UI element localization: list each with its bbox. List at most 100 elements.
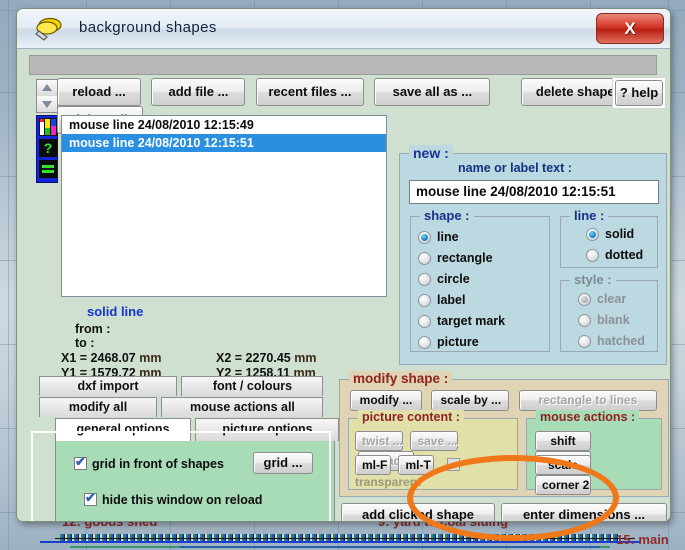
add-file-button[interactable]: add file ...: [151, 78, 246, 106]
list-item[interactable]: mouse line 24/08/2010 12:15:49: [62, 116, 386, 134]
background-shapes-window: background shapes X ? reload ... add fil…: [16, 8, 671, 522]
shift-button[interactable]: shift: [535, 431, 591, 451]
general-options-panel: grid in front of shapes grid ... hide th…: [55, 441, 335, 521]
spinner-down-icon[interactable]: [37, 96, 57, 112]
tab-modify-all[interactable]: modify all: [39, 397, 157, 417]
radio-label: circle: [437, 272, 470, 286]
radio-indicator: [578, 314, 591, 327]
radio-line-solid[interactable]: solid: [583, 224, 657, 245]
hide-on-reload-label: hide this window on reload: [102, 493, 263, 507]
new-shape-panel: new : name or label text : mouse line 24…: [399, 145, 667, 365]
equals-list-icon[interactable]: [39, 160, 57, 178]
radio-shape-picture[interactable]: picture: [415, 332, 549, 353]
picture-content-group: picture content : twist ... save ... rel…: [348, 410, 518, 490]
window-client-area: ? reload ... add file ... recent files .…: [17, 49, 670, 521]
radio-shape-line[interactable]: line: [415, 227, 549, 248]
rectangle-to-lines-button[interactable]: rectangle to lines: [518, 390, 657, 411]
picture-content-row-2: ml-F ml-T transparent: [355, 455, 517, 494]
shape-type-group: shape : line rectangle circle label targ…: [410, 208, 550, 353]
tab-font-colours[interactable]: font / colours: [181, 376, 324, 396]
ml-f-button[interactable]: ml-F: [355, 455, 391, 475]
twist-button[interactable]: twist ...: [355, 431, 403, 451]
mouse-actions-row-2: scale corner 2: [535, 455, 661, 495]
help-button[interactable]: ? help: [615, 80, 663, 106]
radio-shape-circle[interactable]: circle: [415, 269, 549, 290]
modify-shape-panel: modify shape : modify ... scale by ... r…: [339, 371, 669, 497]
radio-indicator: [418, 336, 431, 349]
svg-text:?: ?: [44, 140, 53, 156]
radio-style-blank[interactable]: blank: [575, 310, 657, 331]
window-title: background shapes: [79, 19, 217, 36]
reload-button[interactable]: reload ...: [57, 78, 141, 106]
radio-indicator: [418, 231, 431, 244]
colour-palette-icon[interactable]: [39, 118, 57, 136]
grid-button[interactable]: grid ...: [253, 452, 313, 474]
radio-shape-target-mark[interactable]: target mark: [415, 311, 549, 332]
style-group-legend: style :: [570, 272, 616, 287]
x1-value: 2468.07: [90, 351, 136, 365]
x2-unit: mm: [294, 351, 317, 365]
close-button[interactable]: X: [596, 13, 664, 44]
radio-line-dotted[interactable]: dotted: [583, 245, 657, 266]
radio-label: label: [437, 293, 466, 307]
shape-list[interactable]: mouse line 24/08/2010 12:15:49 mouse lin…: [61, 115, 387, 297]
grid-in-front-row[interactable]: grid in front of shapes: [74, 454, 224, 471]
hide-on-reload-checkbox[interactable]: [84, 490, 97, 506]
radio-indicator: [586, 249, 599, 262]
spinner-up-icon[interactable]: [37, 80, 57, 96]
tab-dxf-import[interactable]: dxf import: [39, 376, 177, 396]
add-clicked-shape-button[interactable]: add clicked shape: [341, 503, 495, 521]
side-icon-strip: ?: [36, 115, 58, 183]
radio-label: solid: [605, 227, 635, 241]
ml-t-button[interactable]: ml-T: [398, 455, 435, 475]
radio-label: target mark: [437, 314, 506, 328]
grid-in-front-label: grid in front of shapes: [92, 457, 224, 471]
selection-coordinates: from :to : X1 = 2468.07 mm X2 = 2270.45 m…: [61, 322, 391, 380]
save-all-as-button[interactable]: save all as ...: [374, 78, 491, 106]
radio-indicator: [418, 294, 431, 307]
question-help-icon[interactable]: ?: [39, 139, 57, 157]
radio-style-clear[interactable]: clear: [575, 289, 657, 310]
radio-indicator: [418, 273, 431, 286]
tab-picture-options[interactable]: picture options: [195, 418, 340, 441]
mouse-actions-group: mouse actions : shift corner 1 scale cor…: [526, 410, 662, 495]
radio-shape-label[interactable]: label: [415, 290, 549, 311]
radio-indicator: [578, 335, 591, 348]
name-or-label-caption: name or label text :: [458, 161, 572, 175]
tab-row-1: dxf import font / colours: [39, 376, 324, 396]
window-titlebar[interactable]: background shapes X: [17, 9, 670, 49]
radio-indicator: [418, 315, 431, 328]
mouse-actions-legend: mouse actions :: [536, 410, 640, 424]
tab-mouse-actions-all[interactable]: mouse actions all: [161, 397, 324, 417]
hide-on-reload-row[interactable]: hide this window on reload: [84, 490, 263, 507]
radio-shape-rectangle[interactable]: rectangle: [415, 248, 549, 269]
x2-value: 2270.45: [245, 351, 291, 365]
picture-save-button[interactable]: save ...: [410, 431, 459, 451]
modify-panel-legend: modify shape :: [349, 371, 453, 386]
shape-name-input[interactable]: mouse line 24/08/2010 12:15:51: [409, 180, 659, 204]
tab-row-3: general options picture options: [55, 418, 340, 441]
modify-button[interactable]: modify ...: [350, 390, 422, 411]
radio-indicator: [578, 293, 591, 306]
scale-by-button[interactable]: scale by ...: [431, 390, 510, 411]
style-group: style : clear blank hatched: [560, 272, 658, 352]
line-type-group: line : solid dotted: [560, 208, 658, 268]
transparent-checkbox[interactable]: [446, 458, 460, 471]
list-item[interactable]: mouse line 24/08/2010 12:15:51: [62, 134, 386, 152]
help-button-frame: ? help: [612, 77, 666, 109]
shape-group-legend: shape :: [420, 208, 474, 223]
tab-row-2: modify all mouse actions all: [39, 397, 324, 417]
tab-general-options[interactable]: general options: [55, 418, 191, 441]
corner-2-button[interactable]: corner 2: [535, 475, 591, 495]
radio-style-hatched[interactable]: hatched: [575, 331, 657, 352]
transparent-label: transparent: [355, 475, 422, 489]
enter-dimensions-button[interactable]: enter dimensions ...: [501, 503, 667, 521]
recent-files-button[interactable]: recent files ...: [255, 78, 364, 106]
scroll-spinner[interactable]: [36, 79, 58, 113]
x1-unit: mm: [139, 351, 162, 365]
to-header: to :: [75, 336, 95, 350]
scale-button[interactable]: scale: [535, 455, 591, 475]
grid-in-front-checkbox[interactable]: [74, 454, 87, 470]
new-panel-legend: new :: [409, 145, 453, 161]
radio-label: line: [437, 230, 459, 244]
